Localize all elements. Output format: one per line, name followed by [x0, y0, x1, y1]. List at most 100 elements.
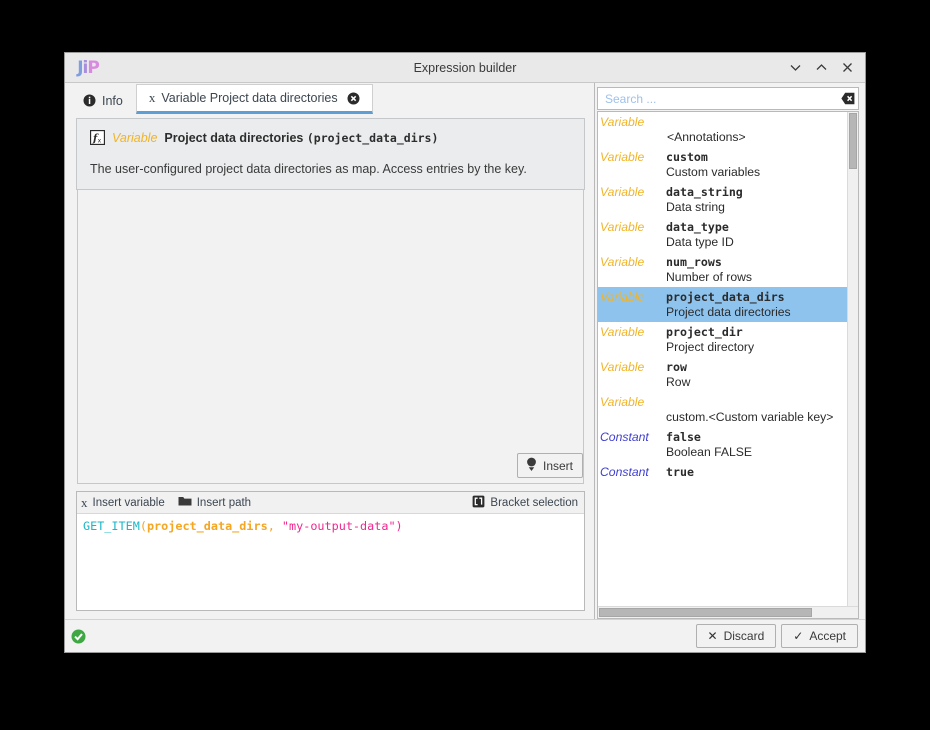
tab-info-label: Info — [102, 94, 123, 108]
list-item-description: Data type ID — [666, 234, 847, 249]
info-circle-icon — [83, 94, 96, 107]
list-item-name: project_data_dirs — [666, 290, 785, 304]
info-panel: f x Variable Project data directories (p… — [76, 118, 585, 190]
list-item[interactable]: Variablenum_rowsNumber of rows — [598, 252, 847, 287]
list-item-header: Constanttrue — [600, 465, 847, 479]
list-item-kind: Variable — [600, 325, 658, 339]
list-item-header: Variable project_dir — [600, 325, 847, 339]
list-item-header: Variable custom — [600, 150, 847, 164]
window-title: Expression builder — [65, 61, 865, 75]
list-item-header: Variable data_type — [600, 220, 847, 234]
insert-variable-label: Insert variable — [93, 497, 165, 509]
list-item[interactable]: Constantfalse Boolean FALSE — [598, 427, 847, 462]
list-item[interactable]: VariablerowRow — [598, 357, 847, 392]
list-item-name: data_type — [666, 220, 729, 234]
list-item-description: Project data directories — [666, 304, 847, 319]
list-item[interactable]: Variable data_stringData string — [598, 182, 847, 217]
list-item-kind: Variable — [600, 115, 658, 129]
close-button[interactable] — [835, 56, 859, 80]
tab-variable-project-data-directories[interactable]: x Variable Project data directories — [136, 84, 373, 114]
minimize-button[interactable] — [783, 56, 807, 80]
bracket-selection-button[interactable]: Bracket selection — [472, 495, 578, 511]
list-item[interactable]: VariablecustomCustom variables — [598, 147, 847, 182]
info-title-text: Project data directories — [164, 131, 303, 145]
tab-close-icon[interactable] — [347, 92, 360, 105]
list-item-kind: Variable — [600, 185, 658, 199]
list-item-kind: Constant — [600, 430, 658, 444]
list-item[interactable]: Variable project_data_dirsProject data di… — [598, 287, 847, 322]
tab-info[interactable]: Info — [70, 86, 136, 114]
footer-buttons: ✕ Discard ✓ Accept — [696, 624, 859, 648]
window-body: Info x Variable Project data directories — [65, 83, 865, 619]
entity-list: Variable<Annotations>VariablecustomCusto… — [597, 111, 859, 619]
discard-button-label: Discard — [724, 629, 765, 643]
variable-x-icon: x — [149, 90, 156, 106]
list-item-description: <Annotations> — [667, 129, 847, 144]
vertical-scrollbar[interactable] — [847, 112, 858, 606]
info-panel-header: f x Variable Project data directories (p… — [90, 130, 571, 145]
insert-path-button[interactable]: Insert path — [178, 495, 251, 510]
list-item-name: project_dir — [666, 325, 743, 339]
insert-pin-icon — [525, 457, 538, 475]
expression-code[interactable]: GET_ITEM(project_data_dirs, "my-output-d… — [77, 514, 584, 610]
search-input[interactable] — [603, 91, 841, 107]
folder-icon — [178, 495, 192, 510]
tab-active-label: Variable Project data directories — [161, 91, 337, 105]
code-token-pun2-6: ) — [396, 519, 403, 533]
vertical-scrollbar-thumb[interactable] — [849, 113, 857, 169]
bracket-selection-label: Bracket selection — [490, 497, 578, 509]
list-item-name: data_string — [666, 185, 743, 199]
search-box[interactable] — [597, 87, 859, 110]
list-item-description: Number of rows — [666, 269, 847, 284]
list-item[interactable]: Variablecustom.<Custom variable key> — [598, 392, 847, 427]
window-controls — [783, 56, 859, 80]
list-item-header: Variable data_string — [600, 185, 847, 199]
list-item[interactable]: Variable data_typeData type ID — [598, 217, 847, 252]
list-item-header: Variablerow — [600, 360, 847, 374]
list-item-kind: Variable — [600, 220, 658, 234]
accept-button[interactable]: ✓ Accept — [781, 624, 858, 648]
logo-letter-3: P — [87, 58, 98, 78]
tab-bar: Info x Variable Project data directories — [65, 83, 594, 114]
accept-button-label: Accept — [809, 629, 846, 643]
list-item-name: custom — [666, 150, 708, 164]
insert-variable-button[interactable]: x Insert variable — [81, 495, 165, 511]
horizontal-scrollbar-thumb[interactable] — [599, 608, 812, 617]
footer-bar: ✕ Discard ✓ Accept — [65, 619, 865, 652]
info-description: The user-configured project data directo… — [90, 162, 571, 176]
info-kind-label: Variable — [112, 131, 157, 145]
list-item-header: Variablenum_rows — [600, 255, 847, 269]
list-item-kind: Variable — [600, 360, 658, 374]
list-item-kind: Variable — [600, 255, 658, 269]
list-item[interactable]: Constanttrue — [598, 462, 847, 482]
list-item-kind: Variable — [600, 290, 658, 304]
list-item-kind: Variable — [600, 395, 658, 409]
clear-backspace-icon[interactable] — [841, 92, 855, 105]
horizontal-scrollbar[interactable] — [598, 606, 858, 618]
code-token-fn-0: GET_ITEM — [83, 519, 140, 533]
list-item-header: Variable — [600, 395, 847, 409]
app-logo: JiP — [71, 56, 105, 80]
list-item-description: Boolean FALSE — [666, 444, 847, 459]
list-item-description: Data string — [666, 199, 847, 214]
list-item[interactable]: Variable <Annotations> — [598, 112, 847, 147]
status-valid-icon — [71, 629, 86, 644]
canvas-frame — [77, 190, 584, 484]
list-item-kind: Constant — [600, 465, 658, 479]
discard-button[interactable]: ✕ Discard — [696, 624, 777, 648]
list-item-kind: Variable — [600, 150, 658, 164]
code-token-pun-3: , — [268, 519, 275, 533]
right-pane: Variable<Annotations>VariablecustomCusto… — [594, 83, 865, 619]
expression-editor: x Insert variable Insert path — [76, 491, 585, 611]
insert-button[interactable]: Insert — [517, 453, 583, 478]
check-icon: ✓ — [793, 629, 803, 643]
list-item[interactable]: Variableproject_dirProject directory — [598, 322, 847, 357]
expression-canvas: Insert — [76, 190, 585, 485]
code-token-var-2: project_data_dirs — [147, 519, 268, 533]
info-identifier: (project_data_dirs) — [307, 131, 439, 145]
list-item-header: Constantfalse — [600, 430, 847, 444]
maximize-button[interactable] — [809, 56, 833, 80]
entity-list-rows[interactable]: Variable<Annotations>VariablecustomCusto… — [598, 112, 847, 606]
list-item-description: Row — [666, 374, 847, 389]
list-item-header: Variable — [600, 115, 847, 129]
